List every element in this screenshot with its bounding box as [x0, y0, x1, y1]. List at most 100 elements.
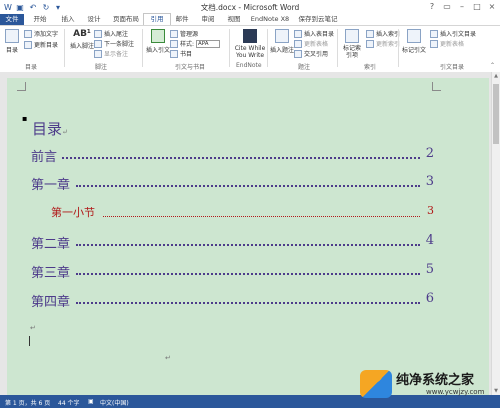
mark-entry-button[interactable]: 标记索引项 [341, 29, 363, 59]
word-count[interactable]: 44 个字 [58, 398, 80, 407]
insert-footnote-button[interactable]: AB¹ 插入脚注 [70, 29, 94, 50]
crop-mark [17, 82, 26, 91]
insert-footnote-label: 插入脚注 [70, 43, 95, 50]
manage-sources-button[interactable]: 管理源 [170, 29, 198, 38]
group-divider [229, 29, 230, 67]
paragraph-mark: ↵ [62, 128, 68, 136]
update-table-label: 更新表格 [304, 41, 329, 48]
insert-table-figures-button[interactable]: 插入表目录 [294, 29, 334, 38]
minimize-icon[interactable]: – [455, 1, 469, 13]
insert-endnote-button[interactable]: 插入尾注 [94, 29, 128, 38]
paragraph-mark: ↵ [30, 324, 36, 332]
update-table-icon [294, 39, 302, 48]
ribbon-display-icon[interactable]: ▭ [440, 1, 454, 13]
tab-endnote[interactable]: EndNote X8 [248, 14, 292, 25]
bibliography-icon [170, 49, 178, 58]
mark-citation-button[interactable]: 标记引文 [402, 29, 426, 54]
tab-design[interactable]: 设计 [82, 14, 106, 25]
style-label: 样式: [180, 41, 195, 48]
insert-citation-button[interactable]: 插入引文 [146, 29, 170, 54]
toc-title-text: 目录 [32, 120, 63, 138]
ribbon-tabs: 文件 开始 插入 设计 页面布局 引用 邮件 审阅 视图 EndNote X8 … [0, 13, 500, 26]
tab-review[interactable]: 审阅 [196, 14, 220, 25]
toc-entry-text: 第二章 [31, 237, 71, 252]
toc-leader [76, 273, 420, 275]
add-text-icon [24, 29, 32, 38]
scroll-thumb[interactable] [493, 84, 499, 144]
toc-entry-page: 5 [425, 262, 434, 277]
update-index-button[interactable]: 更新索引 [366, 39, 400, 48]
toc-entry-page: 2 [425, 146, 434, 161]
document-page[interactable]: ▪ 目录↵ 前言 2 第一章 3 第一小节 3 第二章 4 第三章 5 第四章 … [7, 78, 489, 401]
update-table-button[interactable]: 更新表格 [294, 39, 328, 48]
toc-leader [62, 157, 420, 159]
toc-entry[interactable]: 第三章 5 [31, 262, 434, 281]
group-divider [398, 29, 399, 67]
group-index-label: 索引 [364, 64, 377, 71]
crop-mark [432, 82, 441, 91]
cite-while-you-write-label: Cite While You Write [234, 45, 266, 59]
table-figures-icon [294, 29, 302, 38]
toc-entry-text: 第四章 [31, 295, 71, 310]
watermark: 纯净系统之家 www.ycwjzy.com [358, 366, 498, 402]
ribbon: 目录 添加文字 更新目录 目录 AB¹ 插入脚注 插入尾注 下一条脚注 显示备注… [0, 25, 500, 73]
vertical-scrollbar[interactable]: ▲ ▼ [491, 72, 500, 395]
proofing-icon[interactable]: ▣ [88, 398, 94, 405]
group-footnote-label: 脚注 [95, 64, 108, 71]
toc-entry[interactable]: 第四章 6 [31, 291, 434, 310]
toc-entry[interactable]: 第一章 3 [31, 174, 434, 193]
caption-icon [275, 29, 289, 43]
watermark-name: 纯净系统之家 [396, 373, 475, 388]
update-toa-button[interactable]: 更新表格 [430, 39, 464, 48]
tab-mailings[interactable]: 邮件 [170, 14, 194, 25]
close-icon[interactable]: × [485, 1, 499, 13]
cross-reference-button[interactable]: 交叉引用 [294, 49, 328, 58]
maximize-icon[interactable]: □ [470, 1, 484, 13]
toc-leader [76, 302, 420, 304]
tab-home[interactable]: 开始 [28, 14, 52, 25]
show-notes-button[interactable]: 显示备注 [94, 49, 128, 58]
tab-layout[interactable]: 页面布局 [110, 14, 142, 25]
group-toc-label: 目录 [25, 64, 38, 71]
tab-view[interactable]: 视图 [222, 14, 246, 25]
toc-entry[interactable]: 第二章 4 [31, 233, 434, 252]
insert-index-button[interactable]: 插入索引 [366, 29, 400, 38]
group-endnote-label: EndNote [236, 62, 262, 69]
toc-entry-page: 4 [425, 233, 434, 248]
manage-sources-label: 管理源 [180, 31, 199, 38]
collapse-ribbon-icon[interactable]: ⌃ [490, 62, 495, 69]
endnote-logo-icon [243, 29, 257, 43]
insert-caption-button[interactable]: 插入题注 [270, 29, 294, 54]
add-text-button[interactable]: 添加文字 [24, 29, 58, 38]
insert-toa-icon [430, 29, 438, 38]
style-select[interactable]: 样式: APA [170, 39, 221, 48]
language-status[interactable]: 中文(中国) [100, 398, 129, 407]
mark-entry-icon [345, 29, 359, 43]
tab-file[interactable]: 文件 [0, 14, 24, 25]
scroll-up-icon[interactable]: ▲ [492, 72, 500, 80]
tab-cloud-note[interactable]: 保存到云笔记 [296, 14, 340, 25]
toc-entry[interactable]: 前言 2 [31, 146, 434, 165]
toc-button[interactable]: 目录 [5, 29, 19, 54]
insert-toa-label: 插入引文目录 [440, 31, 477, 38]
update-toc-button[interactable]: 更新目录 [24, 40, 58, 49]
bibliography-button[interactable]: 书目 [170, 49, 192, 58]
endnote-icon [94, 29, 102, 38]
style-dropdown[interactable]: APA [196, 39, 221, 48]
toc-leader [103, 216, 420, 217]
page-count[interactable]: 第 1 页，共 6 页 [5, 398, 50, 407]
insert-index-label: 插入索引 [376, 31, 401, 38]
tab-insert[interactable]: 插入 [56, 14, 80, 25]
add-text-label: 添加文字 [34, 31, 59, 38]
manage-sources-icon [170, 29, 178, 38]
cite-while-you-write-button[interactable]: Cite While You Write [234, 29, 266, 59]
next-footnote-button[interactable]: 下一条脚注 [94, 39, 134, 48]
group-citation-label: 引文与书目 [175, 64, 206, 71]
bibliography-label: 书目 [180, 51, 193, 58]
insert-table-figures-label: 插入表目录 [304, 31, 335, 38]
insert-toa-button[interactable]: 插入引文目录 [430, 29, 476, 38]
help-icon[interactable]: ? [425, 1, 439, 13]
group-captions-label: 题注 [298, 64, 311, 71]
toc-entry[interactable]: 第一小节 3 [51, 204, 434, 220]
toc-entry-text: 第三章 [31, 266, 71, 281]
